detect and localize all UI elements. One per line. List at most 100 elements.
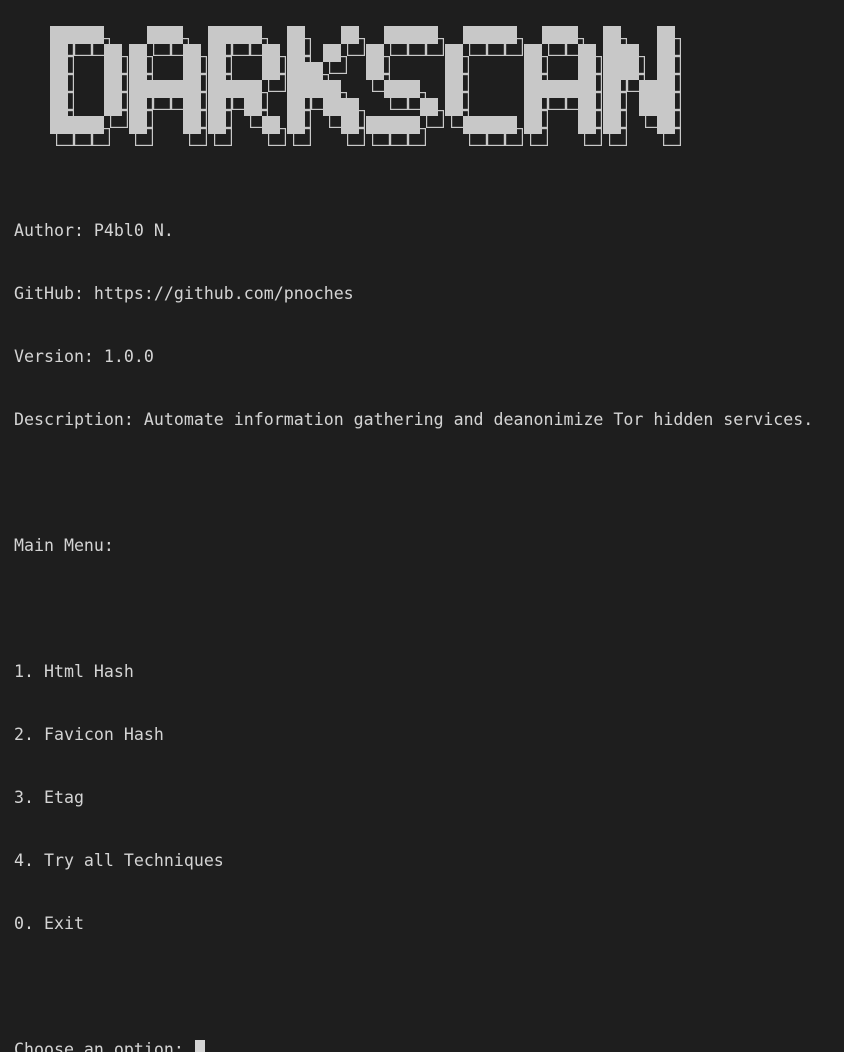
banner-block [341, 26, 359, 44]
banner-block [287, 26, 305, 44]
banner-block [208, 98, 226, 116]
prompt-line[interactable]: Choose an option: [14, 1039, 813, 1052]
banner-block [657, 44, 675, 62]
banner-block [402, 116, 420, 134]
banner-block [129, 44, 147, 62]
banner-block [50, 98, 68, 116]
banner-block [341, 116, 359, 134]
blank-line [14, 976, 813, 997]
banner-block [183, 80, 201, 98]
banner-block [262, 44, 280, 62]
banner-block [129, 116, 147, 134]
terminal-window[interactable]: Author: P4bl0 N. GitHub: https://github.… [0, 0, 844, 526]
banner-block [578, 116, 596, 134]
banner-block [165, 26, 183, 44]
banner-block [578, 98, 596, 116]
banner-block [603, 26, 621, 44]
banner-block [420, 26, 438, 44]
banner-block [208, 44, 226, 62]
banner-block [366, 116, 384, 134]
banner-block [657, 116, 675, 134]
blank-line [14, 472, 813, 493]
banner-block [183, 62, 201, 80]
banner-block [481, 26, 499, 44]
banner-block [657, 62, 675, 80]
banner-block [402, 26, 420, 44]
banner-block [524, 98, 542, 116]
banner-block [524, 44, 542, 62]
banner-block [50, 26, 68, 44]
banner-block [226, 80, 244, 98]
banner-block [603, 116, 621, 134]
banner-block [68, 116, 86, 134]
banner-block [524, 62, 542, 80]
banner-block [104, 44, 122, 62]
banner-block [481, 116, 499, 134]
banner-block [524, 116, 542, 134]
banner-block [341, 98, 359, 116]
banner-block [129, 80, 147, 98]
banner-block [68, 26, 86, 44]
banner-block [463, 116, 481, 134]
banner-block [183, 116, 201, 134]
cursor-block [195, 1040, 205, 1052]
banner-block [129, 98, 147, 116]
banner-block [129, 62, 147, 80]
github-line: GitHub: https://github.com/pnoches [14, 283, 813, 304]
banner-block [445, 62, 463, 80]
description-line: Description: Automate information gather… [14, 409, 813, 430]
banner-block [104, 62, 122, 80]
banner-block [208, 26, 226, 44]
banner-block [384, 116, 402, 134]
banner-block [603, 62, 621, 80]
banner-block [86, 116, 104, 134]
banner-block [50, 44, 68, 62]
banner-block [639, 80, 657, 98]
banner-block [603, 80, 621, 98]
banner-block [560, 26, 578, 44]
banner-block [104, 80, 122, 98]
banner-block [542, 80, 560, 98]
banner-block [287, 80, 305, 98]
banner-block [578, 44, 596, 62]
banner-block [147, 80, 165, 98]
banner-block [657, 26, 675, 44]
banner-block [499, 26, 517, 44]
banner-block [384, 26, 402, 44]
banner-block [305, 62, 323, 80]
banner-block [323, 44, 341, 62]
menu-item-etag: 3. Etag [14, 787, 813, 808]
banner-block [287, 98, 305, 116]
banner-block [560, 80, 578, 98]
banner-block [183, 98, 201, 116]
banner-block [603, 44, 621, 62]
banner-block [244, 80, 262, 98]
darkscan-ascii-banner [50, 26, 720, 151]
menu-item-try-all: 4. Try all Techniques [14, 850, 813, 871]
banner-block [104, 98, 122, 116]
prompt-label: Choose an option: [14, 1039, 194, 1052]
banner-block [208, 80, 226, 98]
banner-block [50, 80, 68, 98]
banner-block [639, 98, 657, 116]
banner-block [208, 116, 226, 134]
banner-block [262, 116, 280, 134]
banner-block [384, 80, 402, 98]
menu-title: Main Menu: [14, 535, 813, 556]
banner-block [323, 80, 341, 98]
banner-block [657, 80, 675, 98]
terminal-output: Author: P4bl0 N. GitHub: https://github.… [14, 178, 813, 1052]
banner-block [578, 80, 596, 98]
banner-block [366, 44, 384, 62]
banner-block [657, 98, 675, 116]
blank-line [14, 598, 813, 619]
menu-item-html-hash: 1. Html Hash [14, 661, 813, 682]
banner-block [147, 26, 165, 44]
banner-block [323, 98, 341, 116]
banner-block [50, 62, 68, 80]
banner-block [578, 62, 596, 80]
banner-block [305, 80, 323, 98]
menu-item-exit: 0. Exit [14, 913, 813, 934]
banner-block [420, 98, 438, 116]
banner-block [445, 98, 463, 116]
